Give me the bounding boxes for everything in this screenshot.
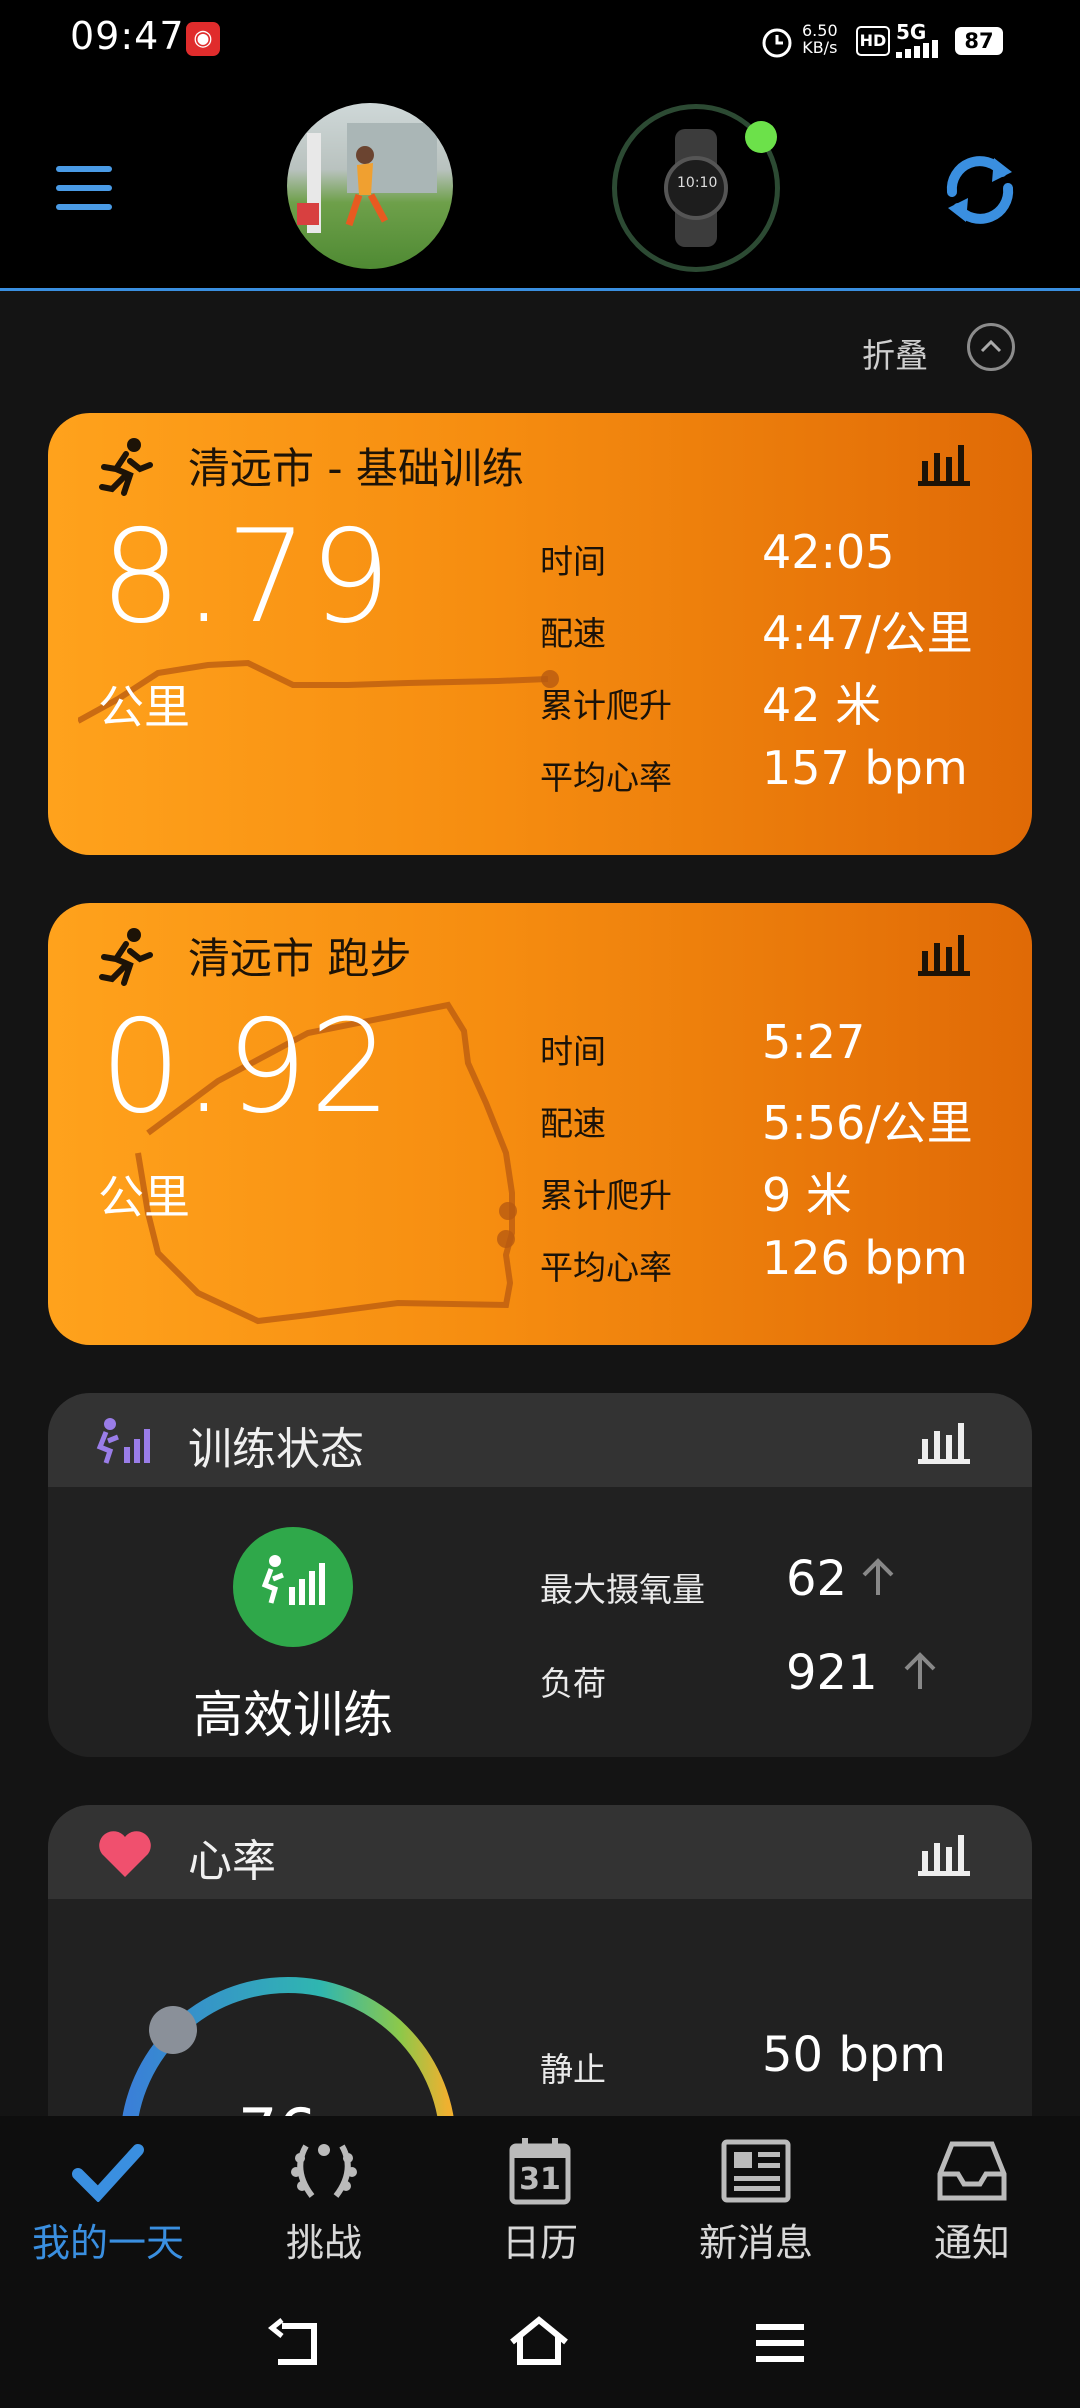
nav-label: 挑战 [285,2221,362,2265]
stat-label-pace: 配速 [540,1104,606,1143]
stat-value-time: 5:27 [762,1015,866,1069]
card-title: 心率 [188,1836,276,1887]
stat-value-pace: 5:56/公里 [762,1096,973,1150]
stat-label-vo2max: 最大摄氧量 [540,1570,705,1609]
distance-value: 0.92 [100,993,393,1142]
newspaper-icon [721,2139,791,2203]
stat-value-avg-hr: 157 bpm [762,741,968,795]
arrow-up-icon [862,1558,894,1595]
stat-label-ascent: 累计爬升 [540,686,672,725]
watch-face-time: 10:10 [677,175,718,191]
nav-label: 我的一天 [31,2221,184,2265]
arrow-up-icon [904,1652,936,1689]
inbox-icon [937,2141,1007,2201]
distance-unit: 公里 [98,1170,190,1224]
productive-training-icon [261,1555,325,1605]
resting-hr-value: 50 bpm [762,2027,947,2083]
home-icon[interactable] [506,2314,572,2370]
nav-label: 新消息 [698,2221,813,2265]
stat-label-avg-hr: 平均心率 [540,1248,672,1287]
stat-value-avg-hr: 126 bpm [762,1231,968,1285]
alarm-icon [762,28,792,58]
bar-chart-icon[interactable] [918,1417,974,1465]
nav-news[interactable]: 新消息 [648,2116,864,2266]
netease-music-icon: ◉ [186,22,220,56]
training-status-card[interactable]: 训练状态 高效训练 最大摄氧量 62 负荷 921 [48,1393,1032,1757]
status-badge [233,1527,353,1647]
stat-label-time: 时间 [540,542,606,581]
collapse-label[interactable]: 折叠 [862,329,928,377]
nav-my-day[interactable]: 我的一天 [0,2116,216,2266]
activity-card[interactable]: 清远市 - 基础训练 8.79 公里 时间 42:05 配速 4:47/公里 累… [48,413,1032,855]
activity-title: 清远市 跑步 [188,934,412,983]
nav-notifications[interactable]: 通知 [864,2116,1080,2266]
distance-value: 8.79 [100,503,393,652]
laurel-icon [291,2144,357,2198]
network-speed: 6.50 KB/s [802,21,838,57]
nav-label: 日历 [501,2221,578,2265]
activity-card[interactable]: 清远市 跑步 0.92 公里 时间 5:27 配速 5:56/公里 累计爬升 9… [48,903,1032,1345]
bar-chart-icon[interactable] [918,929,974,977]
back-icon[interactable] [268,2318,330,2370]
battery-icon: 87 [955,27,1003,55]
distance-unit: 公里 [98,680,190,734]
sync-icon[interactable] [936,150,1024,230]
resting-hr-label: 静止 [540,2050,606,2089]
training-status-label: 高效训练 [193,1686,393,1744]
calendar-day: 31 [519,2162,561,2197]
stat-label-pace: 配速 [540,614,606,653]
stat-label-load: 负荷 [540,1664,606,1703]
connected-indicator [745,121,777,153]
training-status-icon [96,1418,150,1464]
running-icon [99,438,153,496]
stat-label-time: 时间 [540,1032,606,1071]
running-icon [99,928,153,986]
user-avatar[interactable] [287,103,453,269]
stat-value-vo2max: 62 [786,1551,848,1607]
chevron-up-icon[interactable] [967,323,1015,371]
hamburger-menu-icon[interactable] [0,0,170,290]
hd-badge: HD [856,26,890,56]
stat-value-pace: 4:47/公里 [762,606,973,660]
nav-challenges[interactable]: 挑战 [216,2116,432,2266]
bar-chart-icon[interactable] [918,1829,974,1877]
stat-value-ascent: 42 米 [762,678,882,732]
stat-value-load: 921 [786,1645,878,1701]
heart-icon [99,1831,151,1877]
nav-label: 通知 [933,2221,1010,2265]
activity-title: 清远市 - 基础训练 [188,444,524,493]
stat-label-ascent: 累计爬升 [540,1176,672,1215]
heart-rate-card[interactable]: 心率 76 静止 50 bpm [48,1805,1032,2145]
stat-value-time: 42:05 [762,525,895,579]
stat-value-ascent: 9 米 [762,1168,852,1222]
stat-label-avg-hr: 平均心率 [540,758,672,797]
nav-calendar[interactable]: 31 日历 [432,2116,648,2266]
bar-chart-icon[interactable] [918,439,974,487]
signal-icon [896,40,938,58]
recent-apps-icon[interactable] [754,2320,806,2366]
card-title: 训练状态 [188,1424,364,1475]
checkmark-icon [72,2144,144,2202]
